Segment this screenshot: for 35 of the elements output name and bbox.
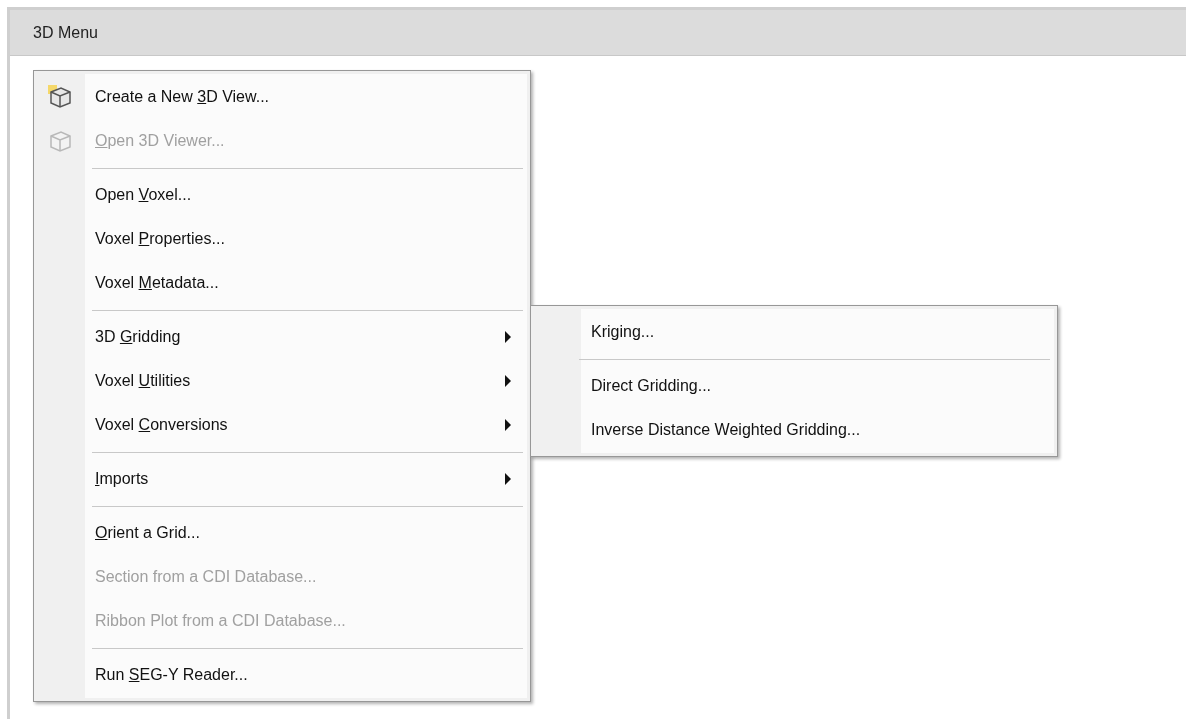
submenu-item[interactable]: Inverse Distance Weighted Gridding... [531, 408, 1054, 452]
menu-item[interactable]: Run SEG-Y Reader... [34, 653, 527, 697]
menu-item[interactable]: Voxel Utilities [34, 359, 527, 403]
menu-item[interactable]: Imports [34, 457, 527, 501]
submenu-arrow-icon [505, 419, 511, 431]
menu-item[interactable]: Orient a Grid... [34, 511, 527, 555]
submenu-item[interactable]: Kriging... [531, 310, 1054, 354]
menu-item-label: Open Voxel... [95, 186, 192, 203]
menu-item-label: Run SEG-Y Reader... [95, 666, 248, 683]
menu-item[interactable]: Open Voxel... [34, 173, 527, 217]
menu-item-label: Direct Gridding... [591, 376, 712, 396]
menu-item-label: Kriging... [591, 322, 655, 342]
menu-item-label: Section from a CDI Database... [95, 568, 317, 585]
submenu-arrow-icon [505, 331, 511, 343]
menu-item-label: Inverse Distance Weighted Gridding... [591, 420, 861, 440]
submenu-item[interactable]: Direct Gridding... [531, 364, 1054, 408]
submenu-arrow-icon [505, 375, 511, 387]
menu-item-label: Voxel Metadata... [95, 274, 219, 291]
menu-item[interactable]: Create a New 3D View... [34, 75, 527, 119]
menu-item-label: Ribbon Plot from a CDI Database... [95, 612, 346, 629]
menu-item-label: Voxel Utilities [95, 372, 191, 389]
menu-item-label: Create a New 3D View... [95, 88, 269, 105]
menu-item[interactable]: Voxel Conversions [34, 403, 527, 447]
menu-item-label: Voxel Properties... [95, 230, 225, 247]
menu-item-label: Open 3D Viewer... [95, 132, 225, 149]
menu-item-label: Orient a Grid... [95, 524, 200, 541]
menu-item[interactable]: Voxel Metadata... [34, 261, 527, 305]
cube-icon [47, 84, 73, 110]
menu-item-label: Imports [95, 470, 149, 487]
cube-icon [47, 128, 73, 154]
menu-item[interactable]: Voxel Properties... [34, 217, 527, 261]
panel-title: 3D Menu [33, 22, 98, 43]
menu-item-label: Voxel Conversions [95, 416, 228, 433]
menu-item-label: 3D Gridding [95, 328, 181, 345]
submenu-arrow-icon [505, 473, 511, 485]
